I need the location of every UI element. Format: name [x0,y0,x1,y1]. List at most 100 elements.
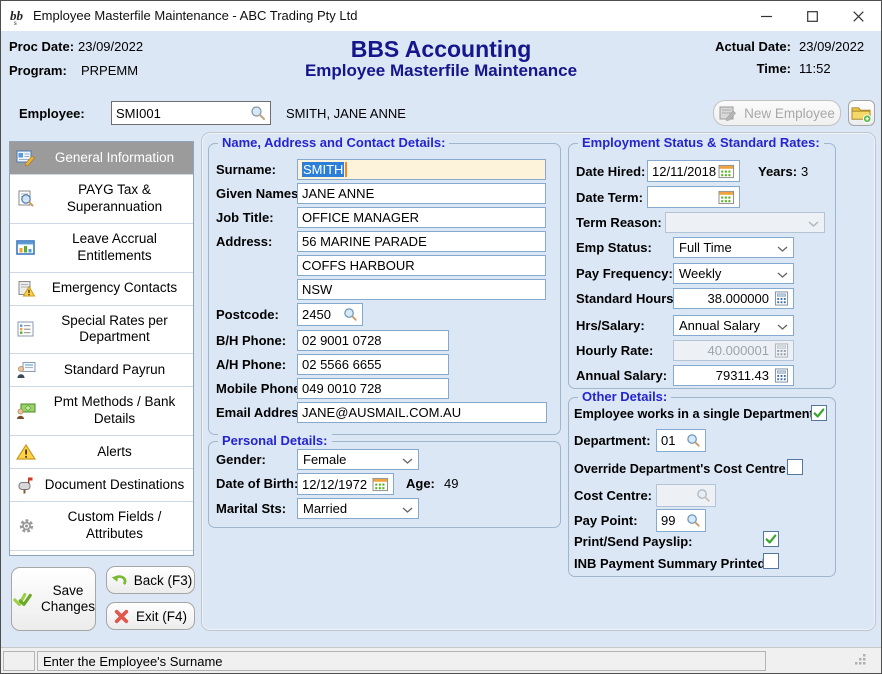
emp-status-label: Emp Status: [576,240,652,255]
other-details-group-title: Other Details: [578,389,671,404]
postcode-lookup-icon[interactable] [343,307,358,322]
calendar-icon[interactable] [372,477,389,492]
marital-value: Married [303,501,347,516]
hrs-salary-value: Annual Salary [679,318,760,333]
save-label-line1: Save [53,583,84,598]
annual-salary-input[interactable]: 79311.43 [673,365,794,386]
emergency-contacts-icon [15,280,37,297]
new-employee-button[interactable]: New Employee [713,100,841,126]
payslip-checkbox[interactable] [763,531,779,547]
resize-grip[interactable] [853,652,867,669]
marital-select[interactable]: Married [297,498,419,519]
department-input[interactable]: 01 [656,429,706,452]
save-check-icon [12,589,34,609]
address-line1-value: 56 MARINE PARADE [302,234,427,249]
date-hired-label: Date Hired: [576,164,645,179]
pay-point-input[interactable]: 99 [656,509,706,532]
pay-point-value: 99 [661,513,675,528]
dob-label: Date of Birth: [216,476,298,491]
app-window: bbs Employee Masterfile Maintenance - AB… [0,0,882,674]
calculator-icon[interactable] [774,368,789,383]
close-button[interactable] [836,1,881,31]
back-button[interactable]: Back (F3) [106,566,195,594]
sidebar-item-label: PAYG Tax & Superannuation [42,182,187,216]
open-employee-button[interactable] [848,100,875,126]
surname-input[interactable]: SMITH [297,159,546,180]
pay-point-lookup-icon[interactable] [686,513,701,528]
emp-status-value: Full Time [679,240,732,255]
single-department-checkbox[interactable] [811,405,827,421]
surname-label: Surname: [216,162,276,177]
address-line3-input[interactable]: NSW [297,279,546,300]
payslip-label: Print/Send Payslip: [574,534,692,549]
back-label: Back (F3) [134,573,193,588]
hourly-rate-input[interactable]: 40.000001 [673,340,794,361]
email-input[interactable]: JANE@AUSMAIL.COM.AU [297,402,547,423]
sidebar-item-document-destinations[interactable]: Document Destinations [10,469,193,502]
sidebar-item-standard-payrun[interactable]: Standard Payrun [10,354,193,387]
postcode-input[interactable]: 2450 [297,303,363,326]
sidebar-item-custom-fields[interactable]: Custom Fields / Attributes [10,502,193,551]
exit-button[interactable]: Exit (F4) [106,602,195,630]
sidebar-item-payg-tax[interactable]: PAYG Tax & Superannuation [10,175,193,224]
ah-phone-value: 02 5566 6655 [302,357,382,372]
gender-select[interactable]: Female [297,449,419,470]
standard-hours-input[interactable]: 38.000000 [673,288,794,309]
mobile-phone-input[interactable]: 049 0010 728 [297,378,449,399]
department-lookup-icon[interactable] [686,433,701,448]
dob-input[interactable]: 12/12/1972 [297,473,394,495]
bh-phone-input[interactable]: 02 9001 0728 [297,330,449,351]
save-changes-button[interactable]: SaveChanges [11,567,96,631]
dob-value: 12/12/1972 [302,477,367,492]
years-label: Years: [758,164,797,179]
hrs-salary-select[interactable]: Annual Salary [673,315,794,336]
sidebar-item-emergency-contacts[interactable]: Emergency Contacts [10,273,193,306]
exit-x-icon [114,609,129,624]
date-hired-input[interactable]: 12/11/2018 [647,160,740,182]
svg-text:s: s [14,19,17,26]
calendar-icon[interactable] [718,164,735,179]
maximize-button[interactable] [790,1,835,31]
given-names-input[interactable]: JANE ANNE [297,183,546,204]
inb-summary-checkbox[interactable] [763,553,779,569]
sidebar-item-general-information[interactable]: General Information [10,142,193,175]
marital-label: Marital Sts: [216,501,286,516]
minimize-button[interactable] [744,1,789,31]
date-term-label: Date Term: [576,190,643,205]
email-value: JANE@AUSMAIL.COM.AU [302,405,461,420]
term-reason-label: Term Reason: [576,215,662,230]
status-cell-left [3,651,35,671]
title-bar: bbs Employee Masterfile Maintenance - AB… [1,1,881,31]
bh-phone-label: B/H Phone: [216,333,286,348]
sidebar-item-pmt-methods[interactable]: Pmt Methods / Bank Details [10,387,193,436]
employee-lookup-icon[interactable] [250,105,266,121]
job-title-input[interactable]: OFFICE MANAGER [297,207,546,228]
header-datetime: Actual Date: 23/09/2022 Time: 11:52 [715,39,873,76]
annual-salary-value: 79311.43 [716,368,769,383]
override-cost-centre-checkbox[interactable] [787,459,803,475]
sidebar-item-label: General Information [55,150,174,167]
sidebar-item-special-rates[interactable]: Special Rates per Department [10,306,193,355]
sidebar-item-label: Special Rates per Department [42,313,187,347]
address-line2-input[interactable]: COFFS HARBOUR [297,255,546,276]
inb-summary-label: INB Payment Summary Printed: [574,556,770,571]
sidebar-item-alerts[interactable]: Alerts [10,436,193,469]
ah-phone-input[interactable]: 02 5566 6655 [297,354,449,375]
cost-centre-input[interactable] [656,484,716,507]
employment-group-title: Employment Status & Standard Rates: [578,135,824,150]
chevron-down-icon [402,501,413,516]
sidebar-item-leave-accrual[interactable]: Leave Accrual Entitlements [10,224,193,273]
pay-frequency-label: Pay Frequency: [576,266,673,281]
term-reason-select[interactable] [665,212,825,233]
sidebar-item-label: Emergency Contacts [52,280,177,297]
employee-code-input[interactable]: SMI001 [111,101,271,125]
address-label: Address: [216,234,272,249]
address-line1-input[interactable]: 56 MARINE PARADE [297,231,546,252]
calendar-icon[interactable] [718,190,735,205]
pay-frequency-select[interactable]: Weekly [673,263,794,284]
sidebar-item-label: Pmt Methods / Bank Details [42,394,187,428]
date-term-input[interactable] [647,186,740,208]
calculator-icon[interactable] [774,291,789,306]
employee-code-value: SMI001 [116,106,161,121]
emp-status-select[interactable]: Full Time [673,237,794,258]
